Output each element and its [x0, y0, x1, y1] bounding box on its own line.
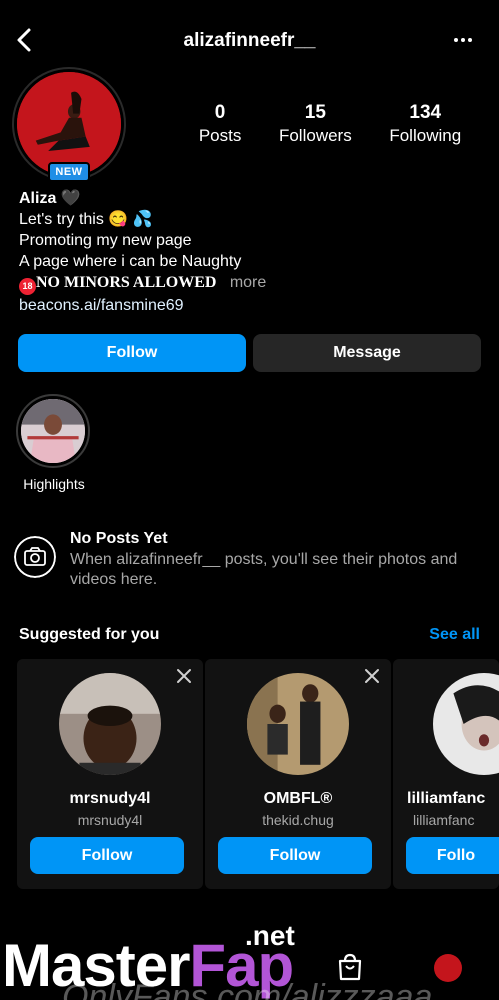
- suggested-handle: thekid.chug: [262, 812, 334, 828]
- suggested-name: mrsnudy4l: [69, 790, 151, 807]
- message-button[interactable]: Message: [253, 334, 481, 372]
- stat-value: 134: [409, 102, 442, 123]
- stat-label: Posts: [198, 126, 242, 145]
- suggested-follow-button[interactable]: Follo: [406, 837, 499, 874]
- suggested-handle: mrsnudy4l: [77, 812, 143, 828]
- bio-link[interactable]: beacons.ai/fansmine69: [19, 295, 489, 316]
- suggested-follow-button[interactable]: Follow: [218, 837, 372, 874]
- bio-line: A page where i can be Naughty: [19, 253, 242, 270]
- stat-posts[interactable]: 0 Posts: [199, 102, 242, 146]
- bio-more-link[interactable]: more: [230, 274, 266, 291]
- suggested-avatar[interactable]: [247, 673, 349, 775]
- see-all-link[interactable]: See all: [429, 626, 480, 644]
- profile-name: Aliza: [19, 190, 57, 207]
- bottom-navigation: [0, 940, 499, 1000]
- stat-label: Followers: [278, 126, 352, 145]
- dismiss-icon[interactable]: [175, 667, 193, 685]
- new-badge: NEW: [48, 162, 90, 182]
- suggested-card[interactable]: lilliamfanc lilliamfanc Follo: [393, 659, 499, 889]
- highlight-thumbnail: [21, 399, 85, 463]
- stat-label: Following: [389, 126, 462, 145]
- suggested-heading: Suggested for you: [19, 626, 160, 643]
- bio-line: Promoting my new page: [19, 232, 192, 249]
- profile-stats: 0 Posts 15 Followers 134 Following: [180, 102, 480, 146]
- shopping-bag-icon[interactable]: [337, 952, 363, 982]
- stat-value: 15: [304, 102, 326, 123]
- suggested-card[interactable]: mrsnudy4l mrsnudy4l Follow: [17, 659, 203, 889]
- profile-tab-avatar[interactable]: [434, 954, 462, 982]
- suggested-name: lilliamfanc: [407, 790, 486, 807]
- suggested-avatar[interactable]: [59, 673, 161, 775]
- stat-followers[interactable]: 15 Followers: [279, 102, 352, 146]
- no-under-18-icon: 18: [19, 278, 36, 295]
- suggested-card[interactable]: OMBFL® thekid.chug Follow: [205, 659, 391, 889]
- profile-username-title: alizafinneefr__: [183, 30, 316, 51]
- black-heart-emoji: 🖤: [60, 190, 81, 207]
- profile-bio: Aliza 🖤 Let's try this 😋 💦 Promoting my …: [19, 188, 489, 316]
- stat-value: 0: [214, 102, 226, 123]
- dismiss-icon[interactable]: [363, 667, 381, 685]
- avatar-photo: [17, 72, 121, 176]
- stat-following[interactable]: 134 Following: [389, 102, 461, 146]
- follow-button[interactable]: Follow: [18, 334, 246, 372]
- suggested-handle: lilliamfanc: [413, 812, 475, 828]
- suggested-follow-button[interactable]: Follow: [30, 837, 184, 874]
- camera-icon: [14, 536, 56, 578]
- suggested-name: OMBFL®: [263, 790, 333, 807]
- highlight-item[interactable]: Highlights: [16, 394, 92, 492]
- no-posts-text: When alizafinneefr__ posts, you'll see t…: [70, 551, 458, 588]
- no-posts-title: No Posts Yet: [70, 530, 168, 547]
- bio-line: Let's try this 😋 💦: [19, 211, 153, 228]
- highlight-label: Highlights: [23, 476, 85, 492]
- bio-line: NO MINORS ALLOWED: [36, 274, 217, 291]
- suggested-avatar[interactable]: [433, 673, 499, 775]
- more-options-icon[interactable]: [453, 30, 473, 50]
